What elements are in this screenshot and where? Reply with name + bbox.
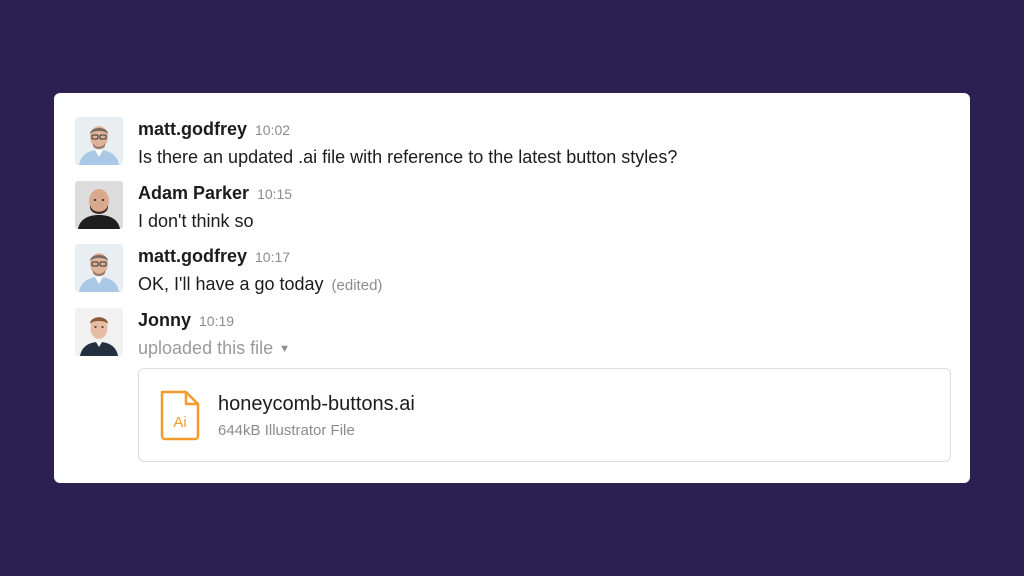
avatar-matt-image: [75, 117, 123, 165]
timestamp[interactable]: 10:15: [257, 186, 292, 202]
message-text: I don't think so: [138, 211, 254, 231]
avatar[interactable]: [75, 308, 123, 356]
avatar[interactable]: [75, 117, 123, 165]
file-attachment[interactable]: Ai honeycomb-buttons.ai 644kB Illustrato…: [138, 368, 951, 462]
avatar[interactable]: [75, 244, 123, 292]
timestamp[interactable]: 10:02: [255, 122, 290, 138]
avatar[interactable]: [75, 181, 123, 229]
message-header: Adam Parker 10:15: [138, 183, 292, 204]
timestamp[interactable]: 10:17: [255, 249, 290, 265]
file-meta: 644kB Illustrator File: [218, 422, 355, 439]
avatar-matt-image: [75, 244, 123, 292]
message-header: Jonny 10:19: [138, 310, 234, 331]
author-name[interactable]: Jonny: [138, 310, 191, 330]
message-text: Is there an updated .ai file with refere…: [138, 147, 678, 167]
avatar-jonny-image: [75, 308, 123, 356]
message-panel: matt.godfrey 10:02 Is there an updated .a…: [54, 93, 970, 483]
avatar-adam-image: [75, 181, 123, 229]
file-name[interactable]: honeycomb-buttons.ai: [218, 393, 415, 416]
edited-label: (edited): [331, 277, 383, 294]
file-type-label: Ai: [173, 414, 186, 431]
message-header: matt.godfrey 10:17: [138, 246, 290, 267]
chevron-down-icon[interactable]: ▼: [279, 343, 290, 355]
author-name[interactable]: Adam Parker: [138, 183, 249, 203]
timestamp[interactable]: 10:19: [199, 313, 234, 329]
message-body: OK, I'll have a go today: [138, 274, 324, 294]
message-text: OK, I'll have a go today (edited): [138, 274, 382, 295]
message-header: matt.godfrey 10:02: [138, 119, 290, 140]
author-name[interactable]: matt.godfrey: [138, 119, 247, 139]
upload-text: uploaded this file: [138, 338, 274, 358]
file-share-label[interactable]: uploaded this file ▼: [138, 338, 290, 359]
illustrator-file-icon: Ai: [159, 389, 201, 441]
author-name[interactable]: matt.godfrey: [138, 246, 247, 266]
